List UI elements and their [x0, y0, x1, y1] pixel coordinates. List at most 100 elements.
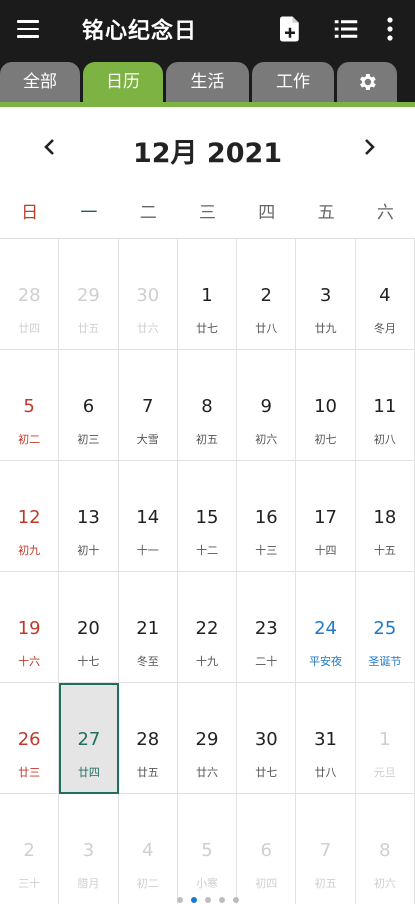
day-number: 8	[379, 840, 391, 861]
day-number: 20	[76, 618, 100, 639]
weekday-header: 日一二三四五六	[0, 190, 415, 236]
day-cell[interactable]: 8 初六	[356, 794, 415, 904]
day-number: 1	[201, 285, 213, 306]
tab-life[interactable]: 生活	[166, 62, 249, 102]
lunar-date: 初九	[18, 544, 41, 557]
day-number: 29	[195, 729, 219, 750]
day-cell[interactable]: 25 圣诞节	[355, 572, 415, 683]
day-cell[interactable]: 15 十二	[177, 461, 238, 572]
day-cell[interactable]: 17 十四	[296, 461, 356, 572]
day-number: 13	[76, 507, 100, 528]
page-dot[interactable]	[204, 896, 211, 903]
page-dot[interactable]	[176, 896, 183, 903]
tab-all[interactable]: 全部	[0, 62, 80, 102]
day-number: 23	[254, 618, 278, 639]
day-cell[interactable]: 7 大雪	[118, 350, 178, 461]
day-cell[interactable]: 10 初七	[296, 350, 356, 461]
day-number: 28	[136, 729, 160, 750]
day-cell[interactable]: 14 十一	[118, 461, 178, 572]
day-number: 4	[379, 285, 391, 306]
day-cell[interactable]: 22 十九	[177, 572, 238, 683]
page-dot[interactable]	[218, 896, 225, 903]
page-dot[interactable]	[190, 896, 197, 903]
lunar-date: 初十	[77, 544, 100, 557]
weekday-label: 五	[317, 203, 335, 223]
day-cell[interactable]: 5 初二	[0, 350, 60, 461]
tab-settings[interactable]	[337, 62, 397, 102]
lunar-date: 元旦	[373, 766, 396, 779]
lunar-date: 廿五	[77, 322, 100, 335]
day-number: 16	[254, 507, 278, 528]
weekday-label: 二	[139, 203, 157, 223]
day-number: 7	[141, 396, 154, 417]
day-cell[interactable]: 12 初九	[0, 461, 60, 572]
day-cell[interactable]: 4 初二	[119, 794, 178, 904]
day-cell[interactable]: 3 腊月	[59, 794, 119, 904]
day-cell[interactable]: 21 冬至	[118, 572, 178, 683]
day-cell[interactable]: 30 廿七	[237, 683, 297, 794]
lunar-date: 十九	[195, 655, 218, 668]
day-number: 12	[17, 507, 41, 528]
day-cell[interactable]: 23 二十	[237, 572, 297, 683]
day-cell[interactable]: 2 三十	[0, 794, 60, 904]
day-cell[interactable]: 28 廿四	[0, 239, 60, 350]
next-month-icon[interactable]	[357, 135, 381, 159]
lunar-date: 冬月	[373, 322, 396, 335]
tab-calendar[interactable]: 日历	[83, 62, 163, 102]
day-cell[interactable]: 28 廿五	[118, 683, 178, 794]
day-cell[interactable]: 4 冬月	[355, 239, 415, 350]
calendar-grid: 28 廿四 29 廿五 30 廿六 1 廿七 2 廿八 3 廿九 4 冬月 5 初二 6 初三 7 大雪 8 初五 9 初六 1…	[0, 239, 415, 904]
lunar-date: 十七	[77, 655, 100, 668]
day-number: 22	[195, 618, 219, 639]
day-cell[interactable]: 11 初八	[355, 350, 415, 461]
day-cell[interactable]: 18 十五	[355, 461, 415, 572]
page-indicator	[0, 889, 415, 903]
day-cell[interactable]: 1 廿七	[177, 239, 238, 350]
day-cell[interactable]: 26 廿三	[0, 683, 60, 794]
menu-icon[interactable]	[14, 16, 42, 42]
more-options-icon[interactable]	[380, 14, 400, 44]
day-number: 10	[314, 396, 338, 417]
day-cell[interactable]: 2 廿八	[237, 239, 297, 350]
lunar-date: 圣诞节	[368, 655, 402, 668]
page-dot[interactable]	[232, 896, 239, 903]
day-number: 14	[136, 507, 160, 528]
day-cell[interactable]: 3 廿九	[296, 239, 356, 350]
day-number: 2	[23, 840, 35, 861]
weekday-label: 六	[376, 203, 394, 223]
lunar-date: 廿八	[255, 322, 278, 335]
month-header: 12月 2021	[0, 107, 415, 189]
day-cell[interactable]: 7 初五	[296, 794, 356, 904]
day-cell[interactable]: 13 初十	[59, 461, 119, 572]
day-number: 5	[23, 396, 35, 417]
day-cell[interactable]: 1 元旦	[355, 683, 415, 794]
lunar-date: 初五	[195, 433, 218, 446]
day-cell[interactable]: 30 廿六	[118, 239, 178, 350]
lunar-date: 十四	[314, 544, 337, 557]
day-cell[interactable]: 9 初六	[237, 350, 297, 461]
day-cell[interactable]: 6 初四	[237, 794, 297, 904]
list-icon[interactable]	[331, 14, 361, 44]
lunar-date: 廿八	[314, 766, 337, 779]
day-cell[interactable]: 8 初五	[177, 350, 238, 461]
day-cell[interactable]: 19 十六	[0, 572, 60, 683]
day-cell[interactable]: 29 廿五	[59, 239, 119, 350]
day-number: 17	[314, 507, 338, 528]
day-cell-today[interactable]: 27 廿四	[59, 683, 119, 794]
day-cell[interactable]: 16 十三	[237, 461, 297, 572]
gear-icon	[360, 74, 376, 90]
day-cell[interactable]: 6 初三	[59, 350, 119, 461]
month-title: 12月 2021	[132, 138, 283, 169]
day-number: 9	[260, 396, 272, 417]
add-document-icon[interactable]	[275, 14, 305, 44]
day-cell[interactable]: 20 十七	[59, 572, 119, 683]
lunar-date: 冬至	[136, 655, 159, 668]
day-cell[interactable]: 31 廿八	[296, 683, 356, 794]
day-cell[interactable]: 29 廿六	[177, 683, 238, 794]
tab-work[interactable]: 工作	[252, 62, 334, 102]
day-cell[interactable]: 5 小寒	[178, 794, 238, 904]
day-number: 24	[314, 618, 338, 639]
day-cell[interactable]: 24 平安夜	[296, 572, 356, 683]
lunar-date: 十二	[195, 544, 218, 557]
day-number: 5	[201, 840, 213, 861]
